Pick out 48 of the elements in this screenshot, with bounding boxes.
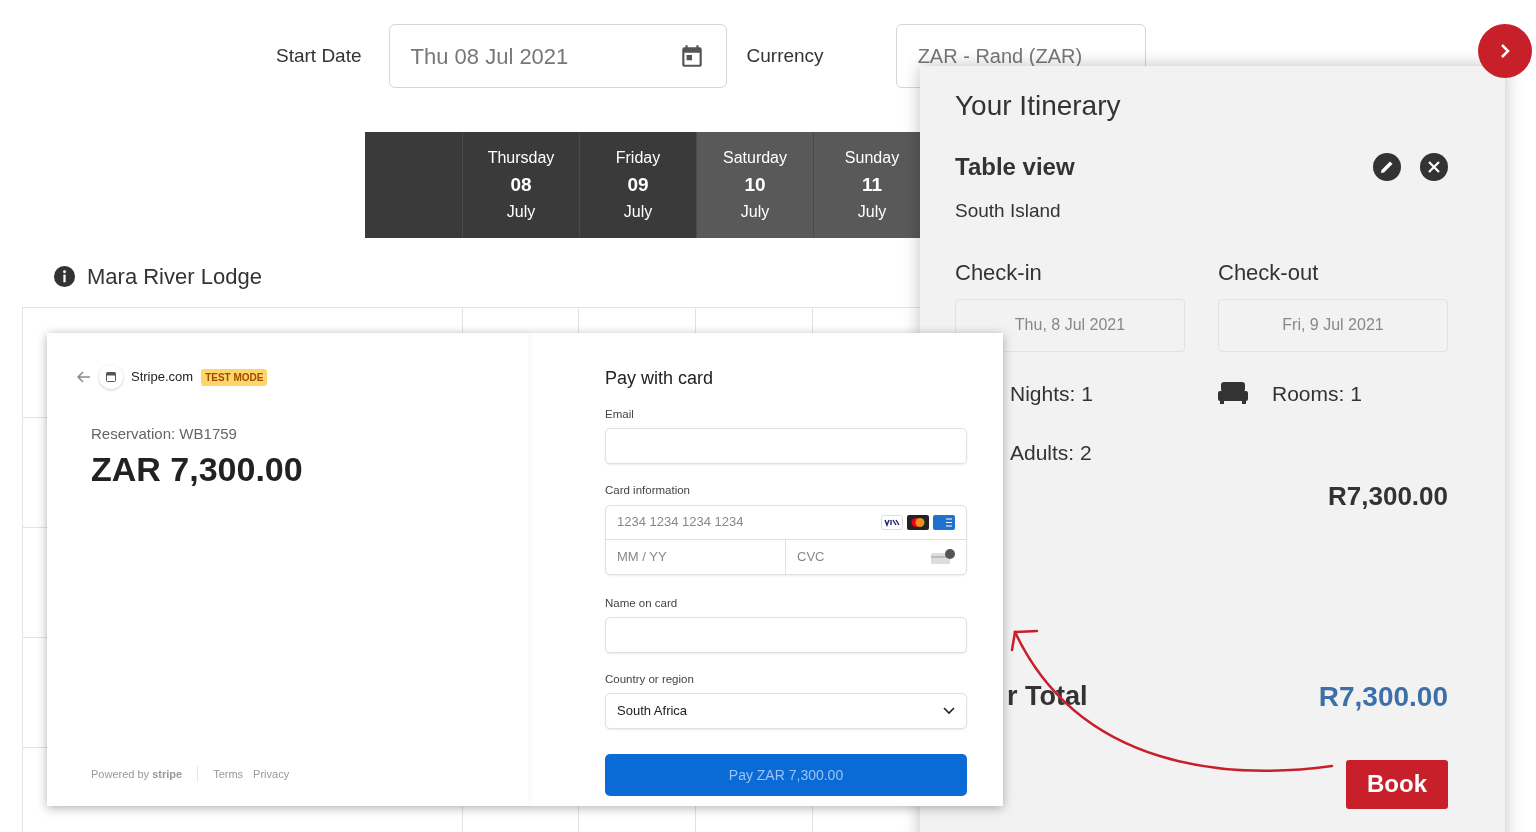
adults-count: Adults: 2 bbox=[1009, 440, 1093, 466]
card-info-label: Card information bbox=[605, 483, 691, 499]
property-name: Mara River Lodge bbox=[87, 263, 262, 291]
bed-icon bbox=[1218, 382, 1248, 405]
pay-button[interactable]: Pay ZAR 7,300.00 bbox=[605, 754, 967, 796]
currency-label: Currency bbox=[746, 43, 824, 68]
mastercard-icon bbox=[907, 514, 929, 530]
nights-count: Nights: 1 bbox=[1009, 380, 1094, 407]
check-in-label: Check-in bbox=[955, 258, 1043, 287]
start-date-field[interactable]: Thu 08 Jul 2021 bbox=[388, 24, 727, 88]
email-field[interactable] bbox=[605, 428, 967, 465]
start-date-label: Start Date bbox=[276, 43, 362, 68]
name-label: Name on card bbox=[605, 595, 679, 611]
book-button[interactable]: Book bbox=[1346, 759, 1448, 809]
country-select[interactable]: South Africa bbox=[605, 693, 967, 729]
expiry-field[interactable]: MM / YY bbox=[606, 539, 786, 574]
cvc-field[interactable]: CVC bbox=[786, 539, 966, 574]
edit-icon[interactable] bbox=[1373, 153, 1401, 181]
footer-link[interactable]: Privacy bbox=[253, 765, 290, 782]
site-name: Stripe.com bbox=[131, 368, 194, 387]
name-field[interactable] bbox=[605, 616, 967, 653]
info-icon[interactable] bbox=[53, 265, 76, 288]
itinerary-title: Your Itinerary bbox=[955, 89, 1122, 123]
next-button[interactable] bbox=[1478, 24, 1532, 78]
rooms-count: Rooms: 1 bbox=[1272, 380, 1362, 407]
country-label: Country or region bbox=[605, 671, 695, 687]
subtotal-amount: R7,300.00 bbox=[1328, 479, 1448, 513]
powered-by-text: Powered by stripe bbox=[91, 766, 183, 782]
day-column-header: Saturday 10 July bbox=[696, 132, 813, 238]
email-label: Email bbox=[605, 407, 635, 422]
form-title: Pay with card bbox=[605, 367, 715, 390]
amount-due: ZAR 7,300.00 bbox=[91, 448, 304, 489]
visa-card-icon bbox=[881, 514, 903, 530]
back-arrow-icon[interactable] bbox=[77, 371, 91, 383]
total-amount: R7,300.00 bbox=[1318, 679, 1448, 714]
footer-link[interactable]: Terms bbox=[213, 765, 244, 782]
amex-card-icon bbox=[933, 514, 955, 530]
region-name: South Island bbox=[955, 199, 1062, 223]
check-out-label: Check-out bbox=[1218, 258, 1320, 287]
check-out-field[interactable]: Fri, 9 Jul 2021 bbox=[1218, 298, 1448, 352]
test-mode-badge: TEST MODE bbox=[201, 368, 268, 386]
close-icon[interactable] bbox=[1420, 153, 1448, 181]
chevron-down-icon bbox=[943, 707, 955, 715]
store-icon bbox=[99, 365, 123, 389]
reservation-number: Reservation: WB1759 bbox=[91, 424, 238, 444]
cvc-card-icon bbox=[931, 548, 955, 565]
view-title: Table view bbox=[955, 152, 1075, 182]
card-number-field[interactable]: 1234 1234 1234 1234 bbox=[606, 505, 966, 540]
